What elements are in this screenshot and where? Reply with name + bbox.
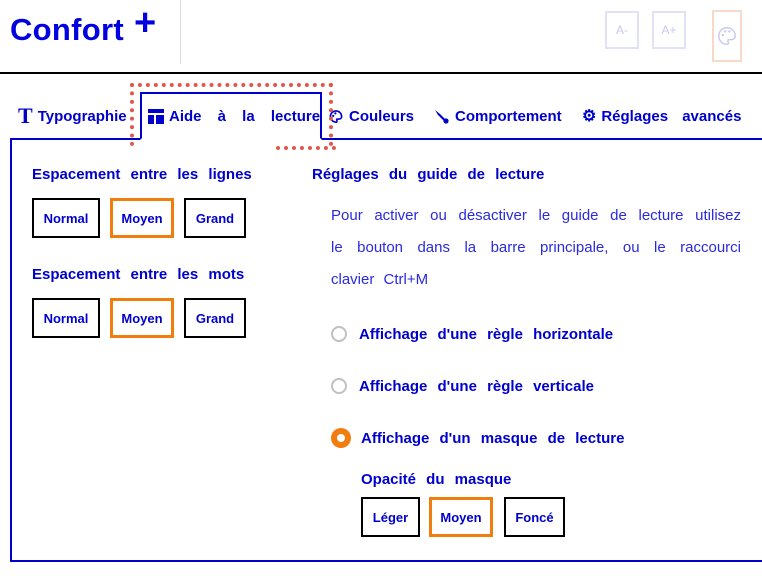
palette-icon — [718, 27, 736, 45]
line-spacing-normal-button[interactable]: Normal — [32, 198, 100, 238]
focus-indicator — [276, 146, 336, 150]
zoom-out-button[interactable]: A- — [605, 11, 639, 49]
tab-label: Comportement — [455, 107, 562, 125]
mask-opacity-moyen-button[interactable]: Moyen — [429, 497, 493, 537]
word-spacing-normal-button[interactable]: Normal — [32, 298, 100, 338]
word-spacing-title: Espacement entre les mots — [32, 266, 245, 283]
brand-title: Confort — [10, 12, 125, 47]
reading-guide-title: Réglages du guide de lecture — [312, 166, 545, 183]
mask-opacity-leger-button[interactable]: Léger — [361, 497, 420, 537]
zoom-in-button[interactable]: A+ — [652, 11, 686, 49]
tab-label: Aide à la lecture — [169, 107, 321, 125]
tab-typographie[interactable]: T Typographie — [18, 92, 134, 140]
radio-label: Affichage d'une règle verticale — [359, 377, 594, 395]
radio-button-selected[interactable] — [331, 428, 351, 448]
palette-icon — [328, 109, 344, 124]
radio-option-vertical-rule[interactable]: Affichage d'une règle verticale — [331, 374, 594, 398]
top-toolbar: Confort + A- A+ — [0, 0, 762, 74]
line-spacing-grand-button[interactable]: Grand — [184, 198, 246, 238]
tab-label: Typographie — [37, 107, 127, 125]
radio-button[interactable] — [331, 378, 347, 394]
tab-aide-lecture[interactable]: Aide à la lecture — [140, 92, 322, 140]
tab-comportement[interactable]: Comportement — [434, 92, 562, 140]
brand-plus-icon: + — [134, 2, 157, 44]
tab-bar: T Typographie Aide à la lecture Couleurs — [0, 92, 762, 140]
divider — [180, 0, 181, 64]
line-spacing-title: Espacement entre les lignes — [32, 166, 252, 183]
word-spacing-moyen-button[interactable]: Moyen — [110, 298, 174, 338]
word-spacing-grand-button[interactable]: Grand — [184, 298, 246, 338]
line-spacing-moyen-button[interactable]: Moyen — [110, 198, 174, 238]
radio-option-reading-mask[interactable]: Affichage d'un masque de lecture — [331, 426, 624, 450]
layout-icon — [148, 108, 164, 124]
palette-button[interactable] — [712, 10, 742, 62]
radio-label: Affichage d'une règle horizontale — [359, 325, 614, 343]
radio-button[interactable] — [331, 326, 347, 342]
radio-option-horizontal-rule[interactable]: Affichage d'une règle horizontale — [331, 322, 613, 346]
text-icon: T — [18, 103, 33, 128]
tab-label: Réglages avancés — [601, 107, 742, 125]
mask-opacity-fonce-button[interactable]: Foncé — [504, 497, 565, 537]
tab-couleurs[interactable]: Couleurs — [328, 92, 414, 140]
reading-guide-description: Pour activer ou désactiver le guide de l… — [331, 207, 741, 288]
tab-reglages-avances[interactable]: ⚙ Réglages avancés — [582, 92, 750, 140]
tab-label: Couleurs — [349, 107, 415, 125]
mask-opacity-title: Opacité du masque — [361, 471, 512, 488]
radio-label: Affichage d'un masque de lecture — [361, 429, 625, 447]
gear-icon: ⚙ — [582, 108, 597, 125]
pointer-icon — [434, 109, 450, 124]
